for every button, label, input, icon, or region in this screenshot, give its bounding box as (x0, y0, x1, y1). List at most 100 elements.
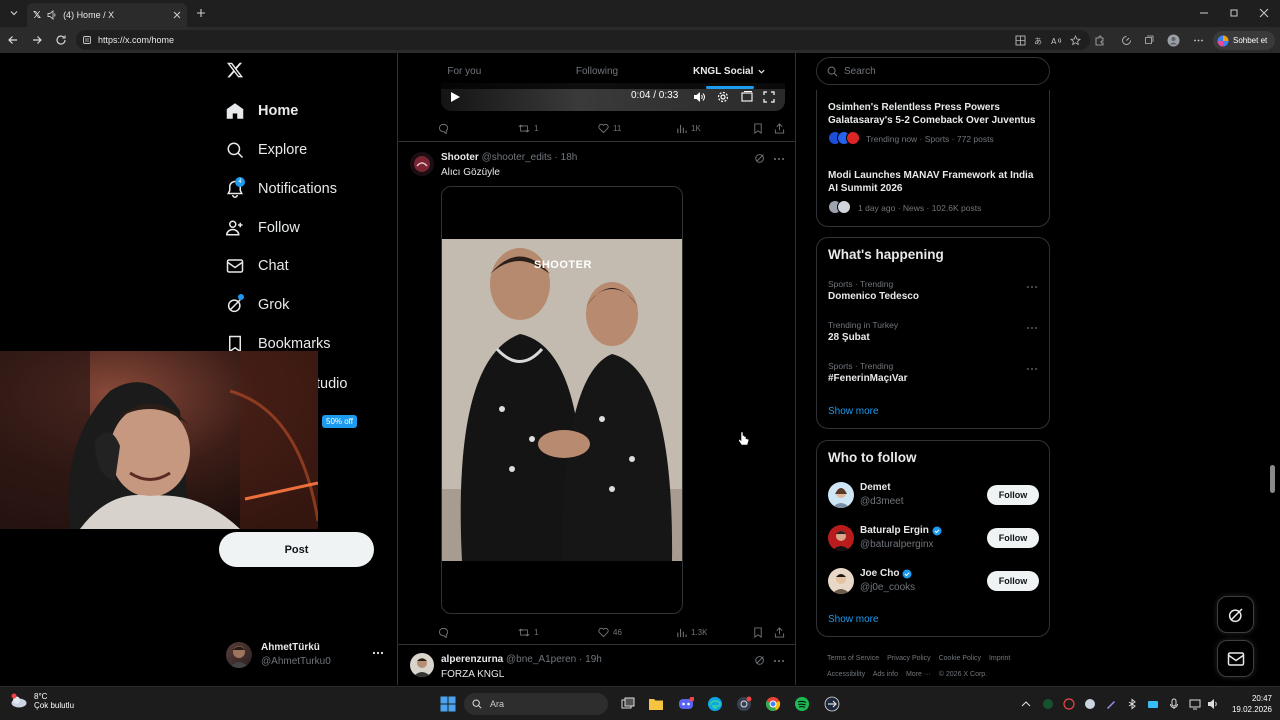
volume-icon[interactable] (1207, 698, 1219, 710)
like-button[interactable]: 11 (598, 120, 621, 136)
search-box[interactable] (816, 57, 1050, 85)
repost-button[interactable]: 1 (518, 120, 538, 136)
views-button[interactable]: 1K (676, 120, 701, 136)
follow-suggestion-name[interactable]: Baturalp Ergin (860, 525, 942, 536)
reply-button[interactable] (438, 120, 449, 136)
tab-for-you[interactable]: For you (398, 53, 531, 89)
trend-more-icon[interactable] (1025, 362, 1039, 376)
refresh-icon[interactable] (53, 32, 69, 48)
tray-app-icon[interactable] (1063, 698, 1075, 710)
post-time[interactable]: · 19h (579, 654, 602, 665)
new-tab-plus-icon[interactable] (193, 5, 209, 21)
speaker-icon[interactable] (47, 10, 57, 20)
trend-name[interactable]: 28 Şubat (828, 332, 870, 343)
footer-link[interactable]: Terms of Service (827, 655, 879, 662)
steam-app-icon[interactable] (734, 694, 754, 714)
post-shooter[interactable]: Shooter @shooter_edits · 18h Alıcı Gözüy… (398, 142, 795, 644)
search-input[interactable] (844, 65, 1034, 77)
fullscreen-icon[interactable] (763, 91, 775, 103)
picture-in-picture-icon[interactable] (741, 91, 753, 103)
video-settings-gear-icon[interactable] (717, 91, 729, 103)
windows-start-icon[interactable] (438, 694, 458, 714)
follow-suggestion-avatar[interactable] (828, 482, 854, 508)
read-aloud-icon[interactable]: A (1048, 32, 1064, 48)
tray-pen-icon[interactable] (1105, 698, 1117, 710)
nav-studio-label-fragment[interactable]: tudio (316, 376, 347, 392)
forward-arrow-icon[interactable] (29, 32, 45, 48)
extensions-icon[interactable] (1091, 32, 1107, 48)
media-app-icon[interactable] (822, 694, 842, 714)
follow-suggestion-avatar[interactable] (828, 525, 854, 551)
trend-more-icon[interactable] (1025, 321, 1039, 335)
play-icon[interactable] (449, 91, 461, 103)
back-arrow-icon[interactable] (5, 32, 21, 48)
tab-actions-chevron-icon[interactable] (4, 4, 24, 22)
bookmark-post-button[interactable] (753, 624, 763, 640)
tray-app-icon[interactable] (1042, 698, 1054, 710)
like-button[interactable]: 46 (598, 624, 622, 640)
post-author-avatar[interactable] (410, 653, 434, 677)
footer-link[interactable]: Accessibility (827, 671, 865, 678)
grok-explain-icon[interactable] (754, 152, 768, 166)
spotify-icon[interactable] (792, 694, 812, 714)
post-author-handle[interactable]: @shooter_edits (482, 152, 552, 163)
follow-button[interactable]: Follow (987, 528, 1039, 548)
tray-steam-icon[interactable] (1084, 698, 1096, 710)
account-switcher[interactable]: AhmetTürkü @AhmetTurku0 (226, 640, 386, 670)
follow-button[interactable]: Follow (987, 485, 1039, 505)
task-view-icon[interactable] (618, 694, 638, 714)
weather-widget[interactable]: 8°C Çok bulutlu (10, 692, 74, 710)
chrome-icon[interactable] (763, 694, 783, 714)
follow-suggestion-avatar[interactable] (828, 568, 854, 594)
who-to-follow-show-more[interactable]: Show more (828, 614, 879, 625)
post-more-icon[interactable] (772, 152, 786, 166)
trend-more-icon[interactable] (1025, 280, 1039, 294)
restore-icon[interactable] (1224, 4, 1244, 22)
grok-explain-icon[interactable] (754, 654, 768, 668)
browser-tab-active[interactable]: 𝕏 (4) Home / X (27, 3, 187, 27)
translate-icon[interactable]: あ (1030, 32, 1046, 48)
grok-floating-button[interactable] (1217, 596, 1254, 633)
copilot-chat-button[interactable]: Sohbet et (1213, 31, 1275, 50)
edge-browser-icon[interactable] (705, 694, 725, 714)
post-author-name[interactable]: Shooter (441, 152, 479, 163)
post-alperenzurna[interactable]: alperenzurna @bne_A1peren · 19h FORZA KN… (398, 645, 795, 685)
post-time[interactable]: · 18h (555, 152, 578, 163)
footer-link[interactable]: Imprint (989, 655, 1010, 662)
tab-following[interactable]: Following (531, 53, 664, 89)
page-scrollbar[interactable] (1268, 53, 1278, 685)
bookmark-post-button[interactable] (753, 120, 763, 136)
nav-notifications[interactable]: 4 Notifications (226, 177, 337, 201)
footer-link[interactable]: Privacy Policy (887, 655, 931, 662)
nav-home[interactable]: Home (226, 99, 298, 123)
minimize-icon[interactable] (1194, 4, 1214, 22)
tray-chevron-up-icon[interactable] (1020, 698, 1032, 710)
close-window-icon[interactable] (1254, 4, 1274, 22)
address-bar[interactable]: https://x.com/home (76, 30, 1090, 50)
nav-grok[interactable]: Grok (226, 293, 289, 317)
collections-icon[interactable] (1140, 32, 1156, 48)
app-available-icon[interactable] (1012, 32, 1028, 48)
footer-link[interactable]: Cookie Policy (939, 655, 981, 662)
post-more-icon[interactable] (772, 654, 786, 668)
taskbar-search[interactable]: Ara (464, 693, 608, 715)
site-info-icon[interactable] (82, 35, 92, 45)
taskbar-clock[interactable]: 20:47 19.02.2026 (1222, 693, 1272, 715)
performance-icon[interactable] (1118, 32, 1134, 48)
close-tab-icon[interactable] (173, 11, 181, 19)
nav-follow[interactable]: Follow (226, 216, 300, 240)
messages-floating-button[interactable] (1217, 640, 1254, 677)
repost-button[interactable]: 1 (518, 624, 538, 640)
volume-icon[interactable] (693, 91, 705, 103)
footer-link[interactable]: More ··· (906, 671, 931, 678)
trend-name[interactable]: Domenico Tedesco (828, 291, 919, 302)
nav-chat[interactable]: Chat (226, 254, 289, 278)
news-headline[interactable]: Modi Launches MANAV Framework at India A… (828, 169, 1042, 195)
settings-more-icon[interactable] (1190, 32, 1206, 48)
tab-kngl-social[interactable]: KNGL Social (663, 53, 795, 89)
tray-cloud-icon[interactable] (1147, 698, 1159, 710)
follow-button[interactable]: Follow (987, 571, 1039, 591)
post-author-name[interactable]: alperenzurna (441, 654, 503, 665)
trend-name[interactable]: #FenerinMaçıVar (828, 373, 907, 384)
news-headline[interactable]: Osimhen's Relentless Press Powers Galata… (828, 101, 1042, 127)
